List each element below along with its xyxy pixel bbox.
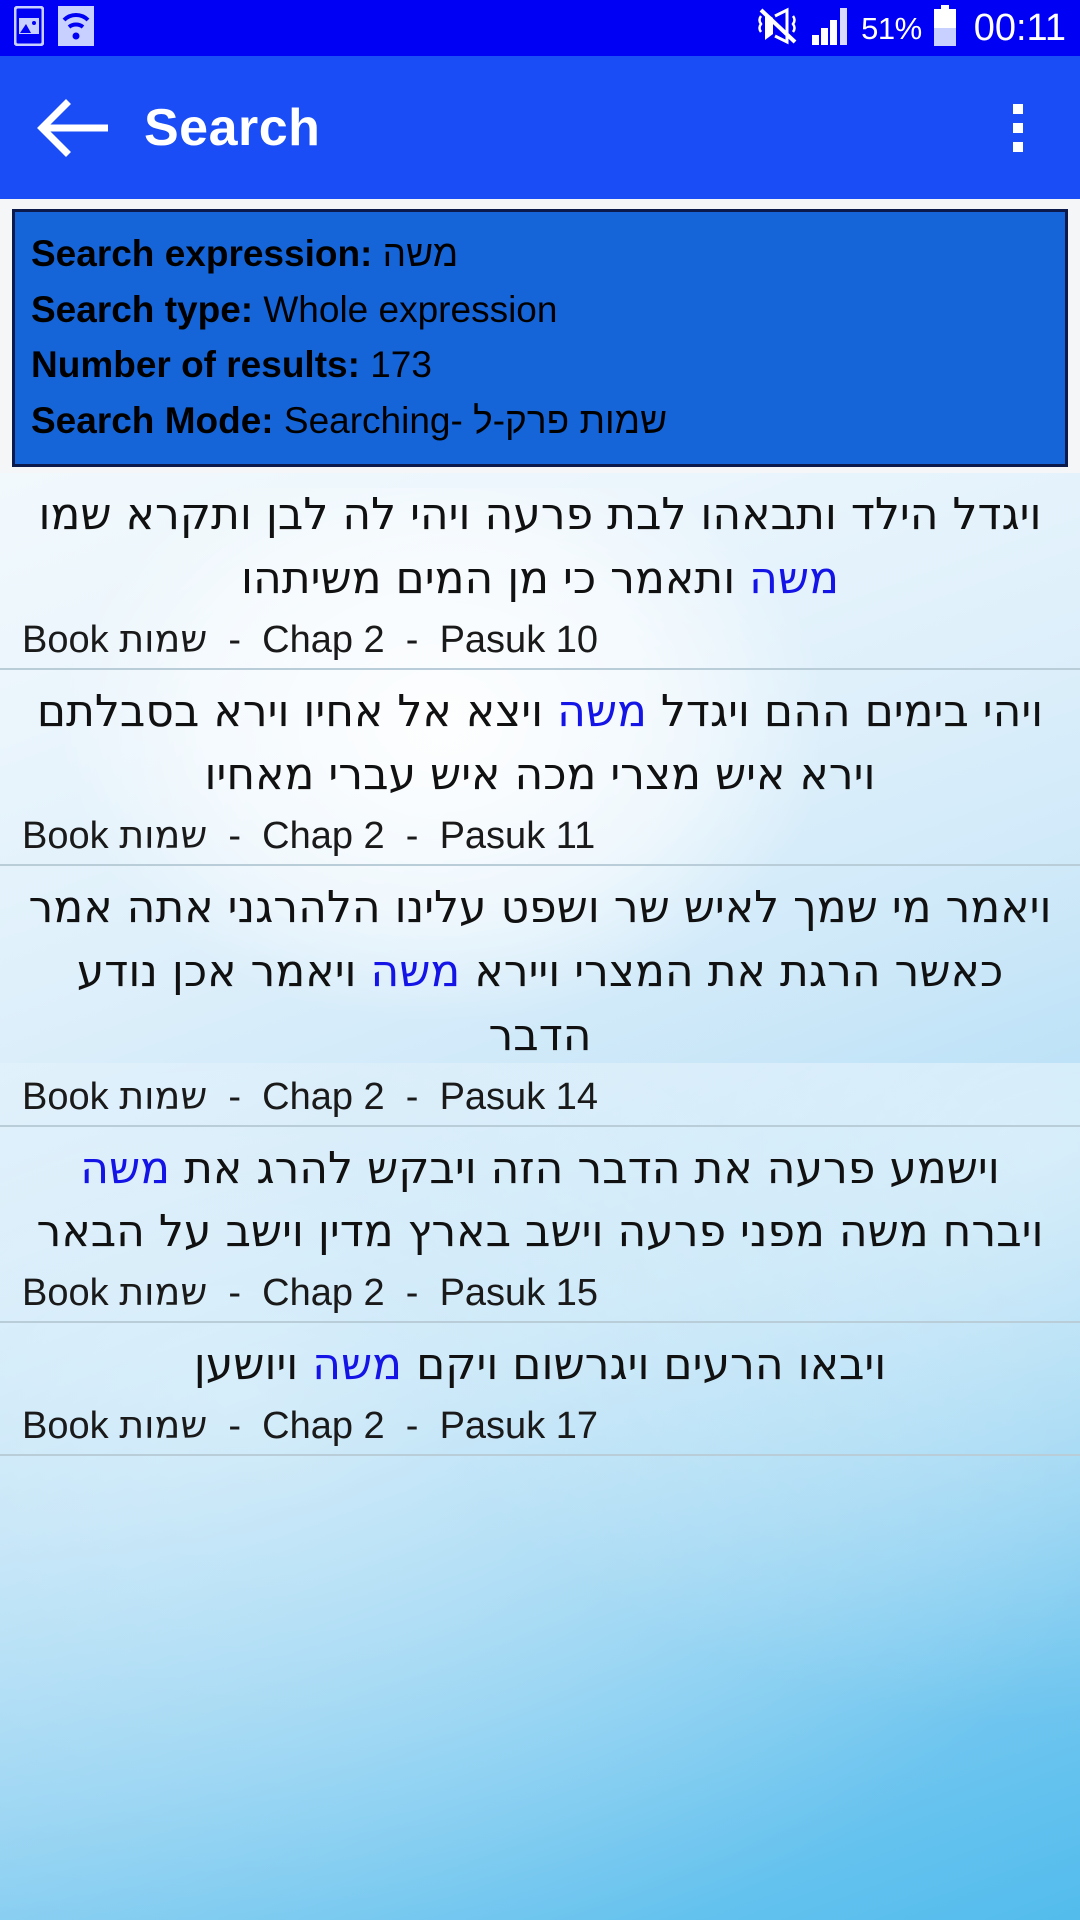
reference-chap-label: Chap — [262, 1272, 353, 1315]
battery-percent-label: 51% — [861, 10, 922, 46]
search-type-label: Search type: — [31, 288, 254, 330]
verse-post-text: ויושען — [193, 1339, 313, 1391]
result-reference: Book שמות - Chap 2 - Pasuk 11 — [22, 813, 596, 858]
clock-label: 00:11 — [973, 7, 1066, 49]
reference-pasuk-label: Pasuk — [439, 1404, 546, 1447]
overflow-dot-icon — [1013, 103, 1023, 114]
back-button[interactable] — [36, 91, 110, 165]
reference-book-name: שמות — [119, 1073, 208, 1118]
result-verse-text: ויאמר מי שמך לאיש שר ושפט עלינו הלהרגני … — [22, 876, 1058, 1067]
reference-chap-label: Chap — [262, 1404, 353, 1447]
reference-pasuk-value: 15 — [555, 1272, 599, 1315]
reference-chap-value: 2 — [363, 1404, 385, 1447]
verse-highlight: משה — [557, 685, 647, 737]
search-type-row: Search type: Whole expression — [31, 282, 1049, 338]
reference-pasuk-value: 14 — [555, 1075, 599, 1118]
reference-book-label: Book — [22, 815, 109, 858]
status-bar-left-icons — [13, 5, 94, 51]
reference-pasuk-value: 10 — [555, 618, 599, 661]
result-item[interactable]: ויגדל הילד ותבאהו לבת פרעה ויהי לה לבן ו… — [0, 473, 1080, 670]
reference-pasuk-value: 11 — [555, 815, 596, 858]
verse-post-text: ויברח משה מפני פרעה וישב בארץ מדין וישב … — [36, 1206, 1044, 1258]
result-item[interactable]: ויבאו הרעים ויגרשום ויקם משה ויושען Book… — [0, 1323, 1080, 1456]
reference-pasuk-label: Pasuk — [439, 1075, 546, 1118]
reference-pasuk-label: Pasuk — [439, 815, 546, 858]
reference-chap-value: 2 — [363, 815, 385, 858]
status-bar: 51% 00:11 — [0, 0, 1080, 56]
result-verse-text: ויהי בימים ההם ויגדל משה ויצא אל אחיו וי… — [22, 680, 1058, 808]
verse-highlight: משה — [312, 1339, 403, 1391]
search-mode-value: Searching- שמות פרק-ל — [283, 399, 668, 441]
overflow-dot-icon — [1013, 122, 1023, 133]
app-bar: Search — [0, 56, 1080, 199]
search-type-value: Whole expression — [263, 288, 558, 330]
overflow-menu-button[interactable] — [988, 88, 1048, 168]
signal-icon — [811, 6, 851, 51]
verse-post-text: ותאמר כי מן המים משיתהו — [241, 552, 750, 604]
result-verse-text: ויבאו הרעים ויגרשום ויקם משה ויושען — [22, 1333, 1058, 1397]
search-mode-label: Search Mode: — [31, 399, 274, 441]
reference-book-label: Book — [22, 1272, 109, 1315]
reference-chap-value: 2 — [363, 1272, 385, 1315]
verse-pre-text: ויגדל הילד ותבאהו לבת פרעה ויהי לה לבן ו… — [38, 489, 1042, 540]
reference-pasuk-label: Pasuk — [439, 618, 546, 661]
number-of-results-value: 173 — [370, 344, 432, 385]
search-expression-label: Search expression: — [31, 233, 373, 274]
reference-book-label: Book — [22, 1404, 109, 1447]
number-of-results-row: Number of results: 173 — [31, 337, 1049, 393]
reference-chap-label: Chap — [262, 815, 353, 858]
verse-highlight: משה — [80, 1142, 171, 1194]
wifi-icon — [58, 5, 94, 51]
number-of-results-label: Number of results: — [31, 344, 360, 385]
reference-chap-value: 2 — [363, 1075, 385, 1118]
status-bar-right-icons: 51% 00:11 — [757, 4, 1066, 52]
verse-highlight: משה — [749, 552, 839, 604]
result-reference: Book שמות - Chap 2 - Pasuk 17 — [22, 1402, 599, 1447]
verse-pre-text: וישמע פרעה את הדבר הזה ויבקש להרג את — [170, 1142, 1000, 1194]
battery-icon — [932, 4, 958, 52]
result-reference: Book שמות - Chap 2 - Pasuk 15 — [22, 1270, 599, 1315]
verse-pre-text: ויהי בימים ההם ויגדל — [646, 685, 1044, 737]
reference-book-name: שמות — [119, 1270, 208, 1315]
back-arrow-icon — [37, 98, 108, 157]
search-expression-value: משה — [382, 233, 459, 274]
image-icon — [13, 5, 45, 51]
result-item[interactable]: ויאמר מי שמך לאיש שר ושפט עלינו הלהרגני … — [0, 866, 1080, 1127]
page-title: Search — [144, 98, 321, 157]
reference-book-label: Book — [22, 1075, 109, 1118]
result-item[interactable]: וישמע פרעה את הדבר הזה ויבקש להרג את משה… — [0, 1127, 1080, 1324]
search-info-panel-wrapper: Search expression: משה Search type: Whol… — [0, 199, 1080, 473]
search-results-list[interactable]: ויגדל הילד ותבאהו לבת פרעה ויהי לה לבן ו… — [0, 473, 1080, 1920]
reference-pasuk-label: Pasuk — [439, 1272, 546, 1315]
reference-book-label: Book — [22, 618, 109, 661]
reference-pasuk-value: 17 — [555, 1404, 599, 1447]
reference-chap-label: Chap — [262, 1075, 353, 1118]
verse-pre-text: ויבאו הרעים ויגרשום ויקם — [402, 1339, 887, 1391]
reference-chap-label: Chap — [262, 618, 353, 661]
result-reference: Book שמות - Chap 2 - Pasuk 14 — [22, 1073, 599, 1118]
result-verse-text: ויגדל הילד ותבאהו לבת פרעה ויהי לה לבן ו… — [22, 483, 1058, 611]
result-reference: Book שמות - Chap 2 - Pasuk 10 — [22, 616, 599, 661]
search-mode-row: Search Mode: Searching- שמות פרק-ל — [31, 393, 1049, 449]
overflow-dot-icon — [1013, 141, 1023, 152]
search-expression-row: Search expression: משה — [31, 226, 1049, 282]
reference-chap-value: 2 — [363, 618, 385, 661]
reference-book-name: שמות — [119, 1402, 208, 1447]
reference-book-name: שמות — [119, 813, 208, 858]
verse-highlight: משה — [370, 945, 461, 997]
vibrate-off-icon — [757, 6, 801, 51]
result-verse-text: וישמע פרעה את הדבר הזה ויבקש להרג את משה… — [22, 1137, 1058, 1265]
result-item[interactable]: ויהי בימים ההם ויגדל משה ויצא אל אחיו וי… — [0, 670, 1080, 867]
search-info-panel: Search expression: משה Search type: Whol… — [12, 209, 1068, 467]
reference-book-name: שמות — [119, 616, 208, 661]
